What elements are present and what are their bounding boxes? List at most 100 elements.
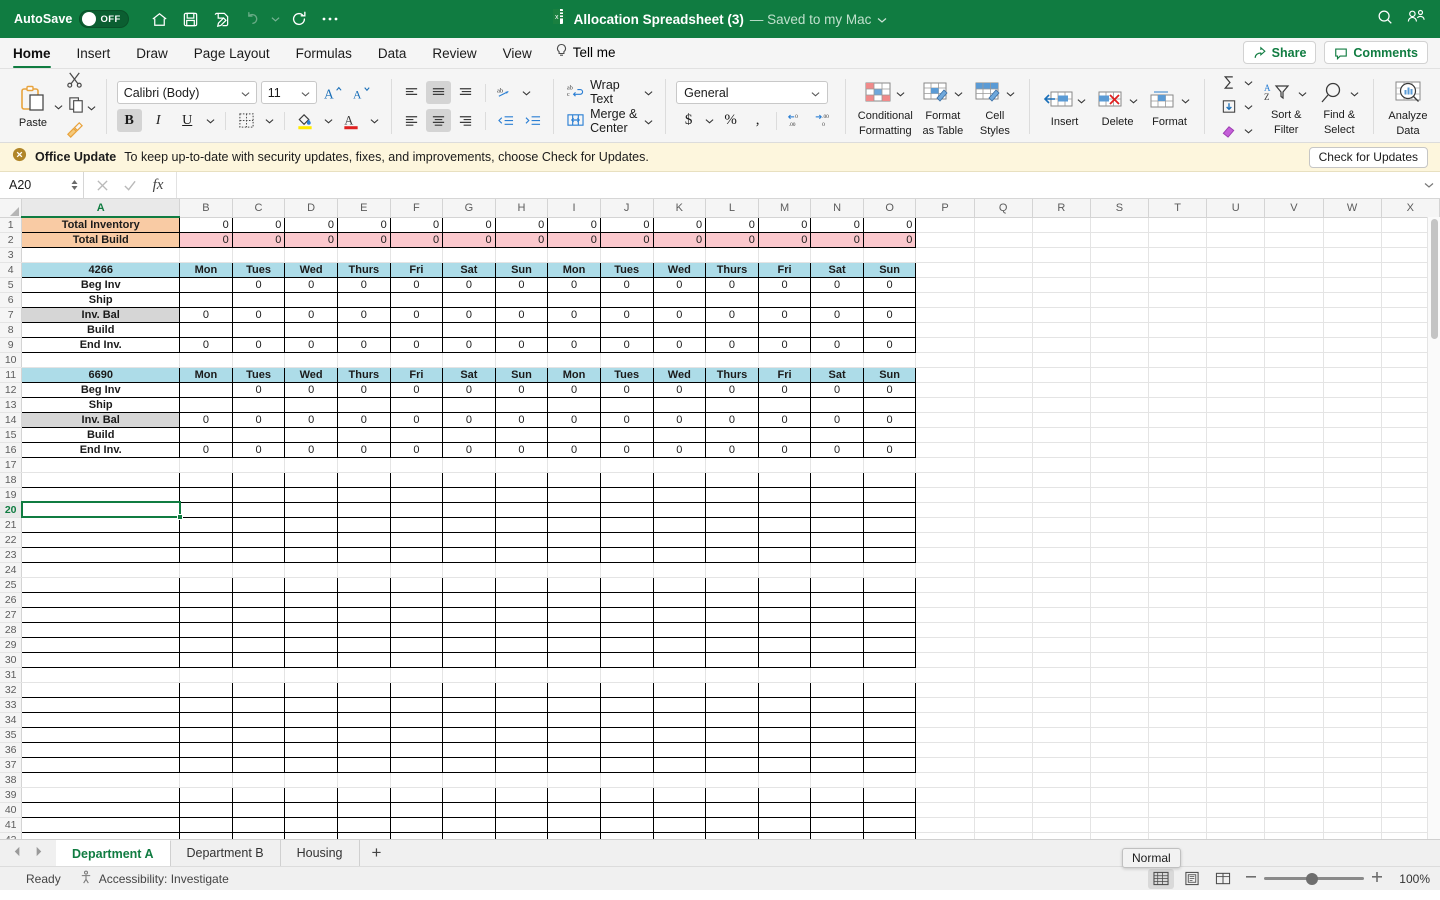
cell-Q5[interactable] bbox=[974, 277, 1033, 293]
cell-W24[interactable] bbox=[1323, 562, 1382, 578]
cell-R29[interactable] bbox=[1032, 637, 1091, 653]
cell-O35[interactable] bbox=[862, 726, 917, 743]
cell-U15[interactable] bbox=[1206, 427, 1266, 443]
cell-A35[interactable] bbox=[21, 726, 181, 743]
cell-K30[interactable] bbox=[652, 651, 707, 668]
cell-O14[interactable]: 0 bbox=[862, 411, 917, 428]
cell-N2[interactable]: 0 bbox=[810, 231, 864, 248]
cell-J22[interactable] bbox=[599, 531, 654, 548]
cell-C16[interactable]: 0 bbox=[231, 441, 286, 458]
cell-R8[interactable] bbox=[1032, 322, 1091, 338]
comma-format-icon[interactable]: , bbox=[745, 109, 770, 132]
cell-B2[interactable]: 0 bbox=[179, 231, 233, 248]
cell-O2[interactable]: 0 bbox=[862, 231, 917, 248]
cell-S21[interactable] bbox=[1090, 517, 1150, 533]
column-header-E[interactable]: E bbox=[337, 199, 391, 218]
column-header-W[interactable]: W bbox=[1323, 199, 1382, 218]
cell-W25[interactable] bbox=[1323, 577, 1382, 593]
tab-view[interactable]: View bbox=[490, 46, 545, 68]
cell-L17[interactable] bbox=[705, 457, 759, 473]
cell-I39[interactable] bbox=[547, 786, 601, 803]
cell-S32[interactable] bbox=[1090, 682, 1150, 698]
select-all-corner[interactable] bbox=[0, 199, 23, 218]
format-as-table-chevron-down-icon[interactable] bbox=[952, 82, 965, 105]
cell-D16[interactable]: 0 bbox=[284, 441, 338, 458]
cell-U8[interactable] bbox=[1206, 322, 1266, 338]
cell-K8[interactable] bbox=[652, 321, 707, 338]
cell-C31[interactable] bbox=[232, 667, 286, 683]
cell-O28[interactable] bbox=[862, 621, 917, 638]
cell-E40[interactable] bbox=[336, 801, 391, 818]
cell-L12[interactable]: 0 bbox=[705, 381, 759, 398]
decrease-font-size-icon[interactable]: A bbox=[350, 81, 375, 104]
cell-W35[interactable] bbox=[1323, 727, 1382, 743]
cell-H42[interactable] bbox=[494, 831, 549, 839]
cell-I34[interactable] bbox=[547, 711, 601, 728]
cell-G14[interactable]: 0 bbox=[442, 411, 496, 428]
cell-K34[interactable] bbox=[652, 711, 707, 728]
cell-M10[interactable] bbox=[758, 352, 812, 368]
cell-G33[interactable] bbox=[442, 696, 496, 713]
cell-W34[interactable] bbox=[1323, 712, 1382, 728]
cell-R1[interactable] bbox=[1032, 217, 1091, 233]
cell-D2[interactable]: 0 bbox=[284, 231, 338, 248]
cell-O12[interactable]: 0 bbox=[862, 381, 917, 398]
cell-G31[interactable] bbox=[442, 667, 496, 683]
grid-row[interactable]: 4 4266 Mon Tues Wed Thurs Fri Sat Sun Mon Tues Wed T… bbox=[0, 261, 1440, 278]
cell-F42[interactable] bbox=[389, 831, 444, 839]
row-header-31[interactable]: 31 bbox=[0, 667, 23, 683]
cell-F3[interactable] bbox=[390, 247, 444, 263]
cell-E5[interactable]: 0 bbox=[336, 276, 391, 293]
cell-I31[interactable] bbox=[547, 667, 601, 683]
cell-G36[interactable] bbox=[442, 741, 496, 758]
cell-H29[interactable] bbox=[494, 636, 549, 653]
cell-C13[interactable] bbox=[231, 396, 286, 413]
grid-row[interactable]: 18 bbox=[0, 471, 1440, 488]
cell-H30[interactable] bbox=[494, 651, 549, 668]
cell-W26[interactable] bbox=[1323, 592, 1382, 608]
percent-format-icon[interactable]: % bbox=[718, 109, 743, 132]
tab-home[interactable]: Home bbox=[0, 46, 64, 68]
cell-H27[interactable] bbox=[494, 606, 549, 623]
align-bottom-icon[interactable] bbox=[453, 81, 478, 104]
cell-P4[interactable] bbox=[915, 262, 975, 278]
cell-K13[interactable] bbox=[652, 396, 707, 413]
cell-E34[interactable] bbox=[336, 711, 391, 728]
cell-G2[interactable]: 0 bbox=[442, 231, 496, 248]
cell-G21[interactable] bbox=[442, 516, 496, 533]
cell-W21[interactable] bbox=[1323, 517, 1382, 533]
grid-row[interactable]: 33 bbox=[0, 696, 1440, 713]
cell-R41[interactable] bbox=[1032, 817, 1091, 833]
cell-F19[interactable] bbox=[389, 486, 444, 503]
cell-Q12[interactable] bbox=[974, 382, 1033, 398]
cell-P1[interactable] bbox=[915, 217, 975, 233]
cell-U42[interactable] bbox=[1206, 832, 1266, 839]
cell-G10[interactable] bbox=[442, 352, 496, 368]
cell-N8[interactable] bbox=[810, 321, 864, 338]
cell-Q23[interactable] bbox=[974, 547, 1033, 563]
cell-J35[interactable] bbox=[599, 726, 654, 743]
cell-K39[interactable] bbox=[652, 786, 707, 803]
cell-U1[interactable] bbox=[1206, 217, 1266, 233]
cell-F20[interactable] bbox=[389, 501, 444, 518]
add-sheet-button[interactable]: + bbox=[360, 840, 394, 866]
align-top-icon[interactable] bbox=[399, 81, 424, 104]
cell-N16[interactable]: 0 bbox=[810, 441, 864, 458]
cell-O5[interactable]: 0 bbox=[862, 276, 917, 293]
cell-H13[interactable] bbox=[494, 396, 549, 413]
cell-P33[interactable] bbox=[915, 697, 975, 713]
cell-L10[interactable] bbox=[705, 352, 759, 368]
cell-S8[interactable] bbox=[1090, 322, 1150, 338]
cell-W5[interactable] bbox=[1323, 277, 1382, 293]
cell-R37[interactable] bbox=[1032, 757, 1091, 773]
cell-B20[interactable] bbox=[179, 501, 233, 518]
cell-E37[interactable] bbox=[336, 756, 391, 773]
cell-F25[interactable] bbox=[389, 576, 444, 593]
grid-row[interactable]: 9 End Inv. 0 0 0 0 0 0 0 0 0 0 0 0 0 0 bbox=[0, 336, 1440, 353]
cell-B21[interactable] bbox=[179, 516, 233, 533]
share-button[interactable]: Share bbox=[1242, 41, 1317, 64]
cell-W27[interactable] bbox=[1323, 607, 1382, 623]
cell-C23[interactable] bbox=[231, 546, 286, 563]
cell-I42[interactable] bbox=[547, 831, 601, 839]
cell-W18[interactable] bbox=[1323, 472, 1382, 488]
